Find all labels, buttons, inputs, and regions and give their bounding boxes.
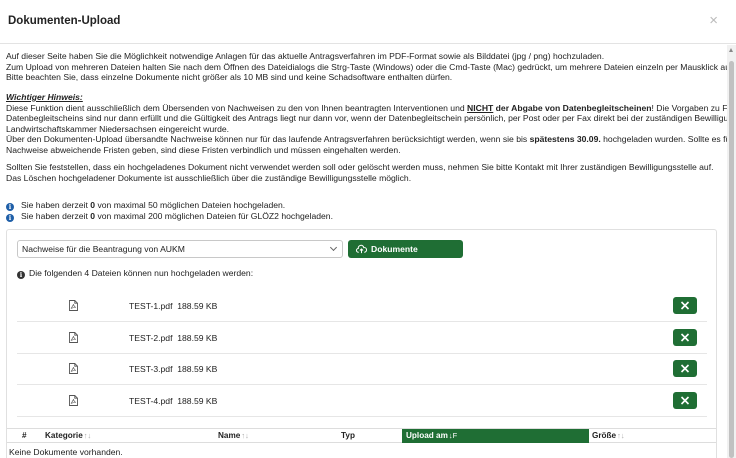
file-name: TEST-2.pdf 188.59 KB [129, 332, 218, 343]
quota-info-2: i Sie haben derzeit 0 von maximal 200 mög… [6, 211, 333, 222]
files-heading: i Die folgenden 4 Dateien können nun hoch… [17, 268, 253, 279]
file-name: TEST-3.pdf 188.59 KB [129, 364, 218, 375]
sort-icon: ↑↓ [617, 431, 625, 440]
intro-line-1: Auf dieser Seite haben Sie die Möglichke… [6, 51, 605, 61]
notice-line-5: Nachweise abweichende Fristen geben, sin… [6, 144, 401, 155]
pdf-file-icon [69, 331, 78, 343]
table-empty-message: Keine Dokumente vorhanden. [9, 447, 123, 457]
col-header-type[interactable]: Typ [341, 429, 355, 443]
notice-line-4: Über den Dokumenten-Upload übersandte Na… [6, 134, 727, 144]
close-button[interactable]: × [709, 12, 718, 30]
intro-line-3: Bitte beachten Sie, dass einzelne Dokume… [6, 72, 453, 82]
close-icon [680, 301, 690, 310]
pdf-file-icon [69, 395, 78, 407]
upload-button-label: Dokumente hochladen [371, 244, 418, 272]
remove-file-button[interactable] [673, 328, 697, 346]
info-icon: i [17, 271, 25, 279]
col-header-num: # [22, 431, 27, 440]
pdf-file-icon [69, 363, 78, 375]
close-icon [680, 364, 690, 373]
file-row: TEST-3.pdf 188.59 KB [17, 354, 707, 386]
file-row: TEST-1.pdf 188.59 KB [17, 291, 707, 322]
col-header-size[interactable]: Größe↑↓ [592, 429, 625, 443]
scrollbar[interactable] [727, 45, 736, 458]
notice-line-1: Diese Funktion dient ausschließlich dem … [6, 102, 727, 113]
scroll-up-icon[interactable] [729, 48, 733, 52]
upload-card: Nachweise für die Beantragung von AUKM D… [6, 229, 717, 458]
category-select[interactable]: Nachweise für die Beantragung von AUKM [17, 240, 343, 258]
contact-line-1: Sollten Sie feststellen, dass ein hochge… [6, 162, 714, 172]
close-icon [680, 333, 690, 342]
info-icon: i [6, 213, 14, 222]
remove-file-button[interactable] [673, 360, 697, 378]
modal-title: Dokumenten-Upload [8, 15, 121, 27]
category-select-value: Nachweise für die Beantragung von AUKM [22, 244, 185, 254]
intro-line-2: Zum Upload von mehreren Dateien halten S… [6, 61, 727, 72]
close-icon [680, 396, 690, 405]
notice-heading: Wichtiger Hinweis: [6, 92, 83, 102]
remove-file-button[interactable] [673, 392, 697, 410]
modal-header: Dokumenten-Upload × [0, 0, 736, 44]
chevron-down-icon [329, 243, 338, 252]
scroll-thumb[interactable] [729, 61, 734, 458]
pdf-file-icon [69, 300, 78, 311]
file-row: TEST-4.pdf 188.59 KB [17, 386, 707, 418]
documents-table-header: # Kategorie↑↓ Name↑↓ Typ Upload am↓F Grö… [7, 428, 716, 443]
file-name: TEST-1.pdf 188.59 KB [129, 301, 218, 311]
file-row: TEST-2.pdf 188.59 KB [17, 323, 707, 354]
sort-icon: ↑↓ [83, 431, 92, 440]
file-name: TEST-4.pdf 188.59 KB [129, 396, 218, 407]
notice-line-3: Landwirtschaftskammer Niedersachsen eing… [6, 123, 230, 134]
col-header-name[interactable]: Name↑↓ [218, 429, 249, 443]
col-header-upload-date[interactable]: Upload am↓F [402, 429, 589, 443]
upload-documents-button[interactable]: Dokumente hochladen [348, 240, 463, 272]
quota-info-1: i Sie haben derzeit 0 von maximal 50 mögl… [6, 200, 285, 211]
notice-line-2: Datenbegleitscheins sind nur dann erfüll… [6, 113, 727, 123]
sort-desc-icon: ↓F [448, 431, 458, 440]
cloud-upload-icon [356, 244, 367, 254]
sort-icon: ↑↓ [241, 431, 249, 440]
contact-line-2: Das Löschen hochgeladener Dokumente ist … [6, 172, 412, 183]
remove-file-button[interactable] [673, 297, 697, 314]
col-header-category[interactable]: Kategorie↑↓ [45, 429, 91, 443]
